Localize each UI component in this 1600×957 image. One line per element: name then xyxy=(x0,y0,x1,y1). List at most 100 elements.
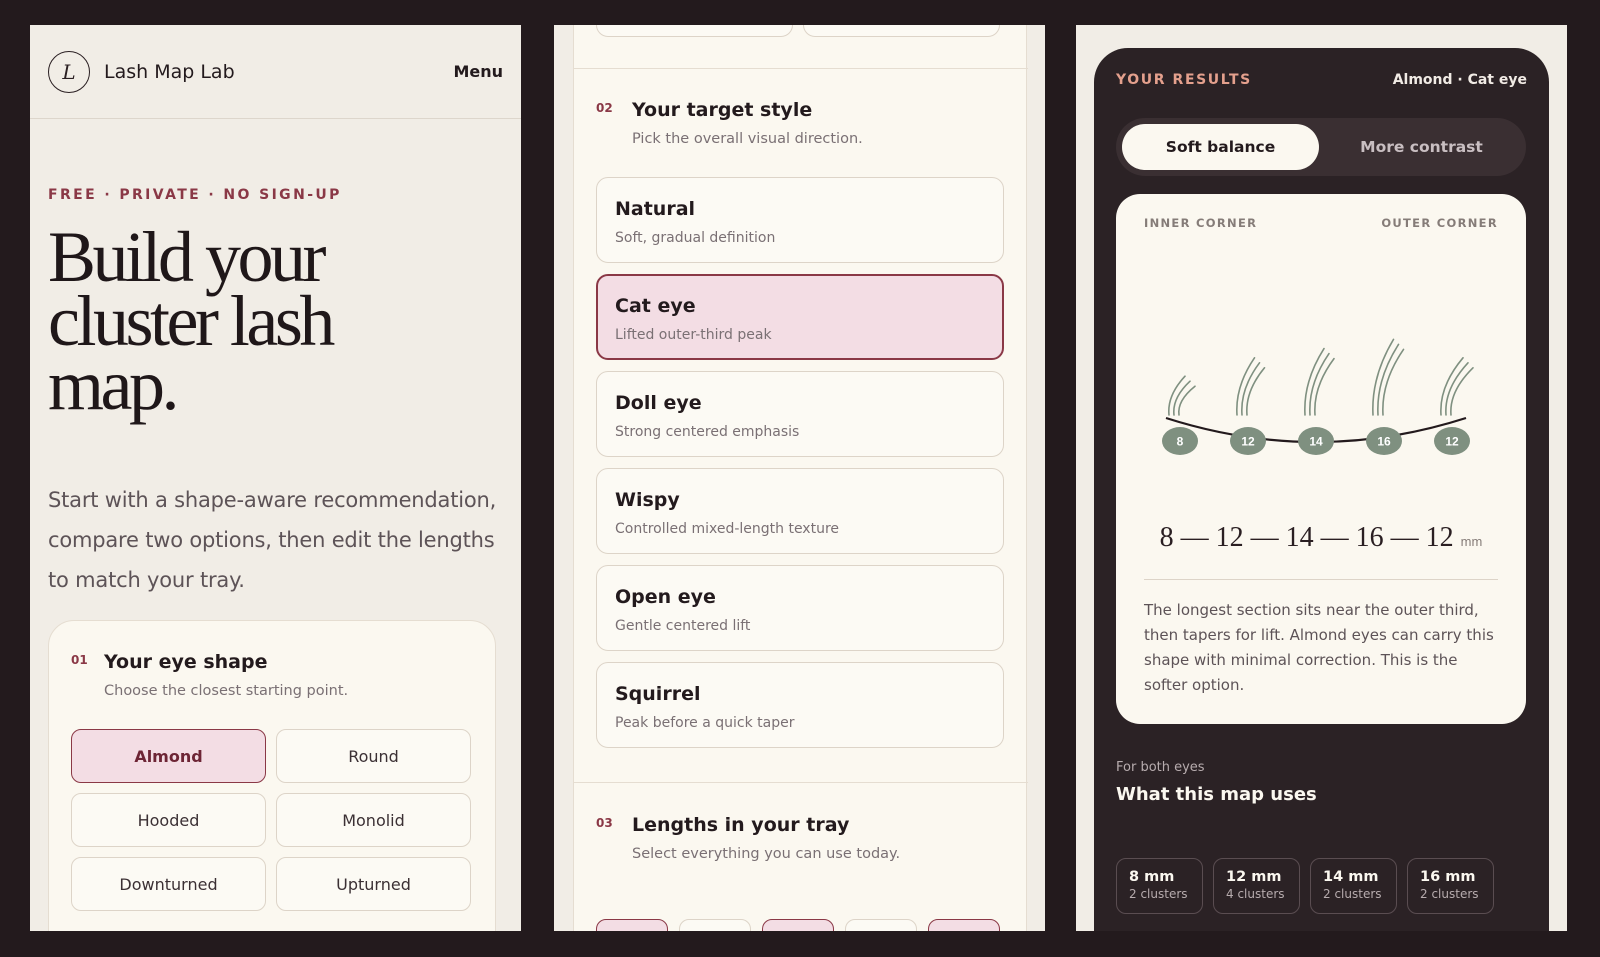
eye-shape-card: 01 Your eye shape Choose the closest sta… xyxy=(48,620,496,931)
eye-shape-monolid[interactable]: Monolid xyxy=(276,793,471,847)
style-description: Lifted outer-third peak xyxy=(615,327,772,343)
setup-panel: L Lash Map Lab Menu FREE · PRIVATE · NO … xyxy=(30,25,521,931)
length-chip-11[interactable]: 11 mm xyxy=(845,919,917,931)
eye-shape-options: Almond Round Hooded Monolid Downturned U… xyxy=(71,729,473,911)
use-length: 8 mm xyxy=(1129,869,1175,885)
uses-eyebrow: For both eyes xyxy=(1116,760,1205,775)
lash-dots: 8 12 14 16 12 xyxy=(1162,427,1470,455)
length-value: 11 xyxy=(871,930,891,931)
app-header: L Lash Map Lab Menu xyxy=(30,25,521,119)
use-chip-16mm[interactable]: 16 mm 2 clusters xyxy=(1407,858,1494,914)
lash-length-label: 12 xyxy=(1241,435,1255,449)
use-count: 2 clusters xyxy=(1420,887,1479,901)
style-name: Cat eye xyxy=(615,295,696,317)
style-option-doll-eye[interactable]: Doll eye Strong centered emphasis xyxy=(596,371,1004,457)
length-sequence-unit: mm xyxy=(1460,534,1483,549)
lash-map-diagram: 8 12 14 16 12 xyxy=(1162,338,1474,455)
step-title: Lengths in your tray xyxy=(632,814,850,836)
step-number: 03 xyxy=(596,816,613,830)
hero-title: Build your cluster lash map. xyxy=(48,217,488,425)
style-panel: 02 Your target style Pick the overall vi… xyxy=(554,25,1045,931)
map-variant-toggle: Soft balance More contrast xyxy=(1116,118,1526,176)
use-chip-14mm[interactable]: 14 mm 2 clusters xyxy=(1310,858,1397,914)
style-name: Doll eye xyxy=(615,392,702,414)
length-sequence-values: 8 — 12 — 14 — 16 — 12 xyxy=(1159,522,1454,553)
previous-option-stub[interactable] xyxy=(803,25,1000,37)
lash-strand xyxy=(1382,348,1405,416)
step-subtitle: Pick the overall visual direction. xyxy=(632,131,863,147)
hero-description: Start with a shape-aware recommendation,… xyxy=(48,488,497,592)
use-chip-12mm[interactable]: 12 mm 4 clusters xyxy=(1213,858,1300,914)
results-selection: Almond · Cat eye xyxy=(1392,72,1527,88)
section-divider xyxy=(574,782,1028,783)
lash-strand xyxy=(1314,357,1335,416)
toggle-soft-balance[interactable]: Soft balance xyxy=(1122,124,1319,170)
logo-icon[interactable]: L xyxy=(48,50,90,93)
step-number: 01 xyxy=(71,653,88,667)
style-name: Wispy xyxy=(615,489,680,511)
lash-map-card: INNER CORNER OUTER CORNER 8 12 14 16 12 8 — … xyxy=(1116,194,1526,724)
step-subtitle: Select everything you can use today. xyxy=(632,846,901,862)
form-sheet: 02 Your target style Pick the overall vi… xyxy=(573,25,1028,931)
style-name: Squirrel xyxy=(615,683,701,705)
lash-length-label: 8 xyxy=(1177,435,1184,449)
uses-list: 8 mm 2 clusters 12 mm 4 clusters 14 mm 2… xyxy=(1116,858,1494,914)
eye-shape-round[interactable]: Round xyxy=(276,729,471,783)
style-option-cat-eye[interactable]: Cat eye Lifted outer-third peak xyxy=(596,274,1004,360)
map-divider xyxy=(1144,579,1498,580)
length-chip-8[interactable]: 8 mm xyxy=(596,919,668,931)
results-card: YOUR RESULTS Almond · Cat eye Soft balan… xyxy=(1094,48,1549,931)
lash-length-label: 14 xyxy=(1309,435,1323,449)
length-value: 8 xyxy=(626,930,637,931)
menu-button[interactable]: Menu xyxy=(453,62,503,81)
style-description: Peak before a quick taper xyxy=(615,715,795,731)
length-value: 10 xyxy=(787,930,809,931)
length-sequence: 8 — 12 — 14 — 16 — 12 mm xyxy=(1116,522,1526,554)
style-description: Soft, gradual definition xyxy=(615,230,776,246)
length-chip-9[interactable]: 9 mm xyxy=(679,919,751,931)
length-chip-12[interactable]: 12 mm xyxy=(928,919,1000,931)
brand-name[interactable]: Lash Map Lab xyxy=(104,61,235,83)
previous-option-stub[interactable] xyxy=(596,25,793,37)
style-description: Strong centered emphasis xyxy=(615,424,800,440)
lash-strand xyxy=(1168,375,1186,416)
step-title: Your target style xyxy=(632,99,813,121)
results-panel: YOUR RESULTS Almond · Cat eye Soft balan… xyxy=(1076,25,1567,931)
lash-strand xyxy=(1450,367,1474,416)
use-count: 2 clusters xyxy=(1129,887,1188,901)
lash-strand xyxy=(1246,367,1266,416)
lash-length-label: 16 xyxy=(1377,435,1391,449)
lash-strands xyxy=(1168,338,1474,416)
results-label: YOUR RESULTS xyxy=(1116,72,1252,88)
lash-length-label: 12 xyxy=(1445,435,1459,449)
eye-shape-almond[interactable]: Almond xyxy=(71,729,266,783)
hero-title-line: Build your xyxy=(48,217,327,297)
toggle-more-contrast[interactable]: More contrast xyxy=(1323,124,1520,170)
style-description: Controlled mixed-length texture xyxy=(615,521,840,537)
style-option-squirrel[interactable]: Squirrel Peak before a quick taper xyxy=(596,662,1004,748)
style-name: Natural xyxy=(615,198,696,220)
style-option-open-eye[interactable]: Open eye Gentle centered lift xyxy=(596,565,1004,651)
eye-shape-hooded[interactable]: Hooded xyxy=(71,793,266,847)
use-chip-8mm[interactable]: 8 mm 2 clusters xyxy=(1116,858,1203,914)
use-length: 16 mm xyxy=(1420,869,1476,885)
use-count: 4 clusters xyxy=(1226,887,1285,901)
map-description: The longest section sits near the outer … xyxy=(1144,601,1494,694)
use-count: 2 clusters xyxy=(1323,887,1382,901)
hero-eyebrow: FREE · PRIVATE · NO SIGN-UP xyxy=(48,187,342,203)
length-value: 12 xyxy=(953,930,975,931)
style-description: Gentle centered lift xyxy=(615,618,751,634)
length-chip-10[interactable]: 10 mm xyxy=(762,919,834,931)
use-length: 12 mm xyxy=(1226,869,1282,885)
hero-title-line: map. xyxy=(48,345,179,425)
eye-shape-upturned[interactable]: Upturned xyxy=(276,857,471,911)
eye-shape-downturned[interactable]: Downturned xyxy=(71,857,266,911)
style-option-wispy[interactable]: Wispy Controlled mixed-length texture xyxy=(596,468,1004,554)
step-title: Your eye shape xyxy=(104,651,268,673)
use-length: 14 mm xyxy=(1323,869,1379,885)
style-option-natural[interactable]: Natural Soft, gradual definition xyxy=(596,177,1004,263)
uses-title: What this map uses xyxy=(1116,784,1317,805)
length-value: 9 xyxy=(710,930,720,931)
style-name: Open eye xyxy=(615,586,716,608)
section-divider xyxy=(574,68,1028,69)
